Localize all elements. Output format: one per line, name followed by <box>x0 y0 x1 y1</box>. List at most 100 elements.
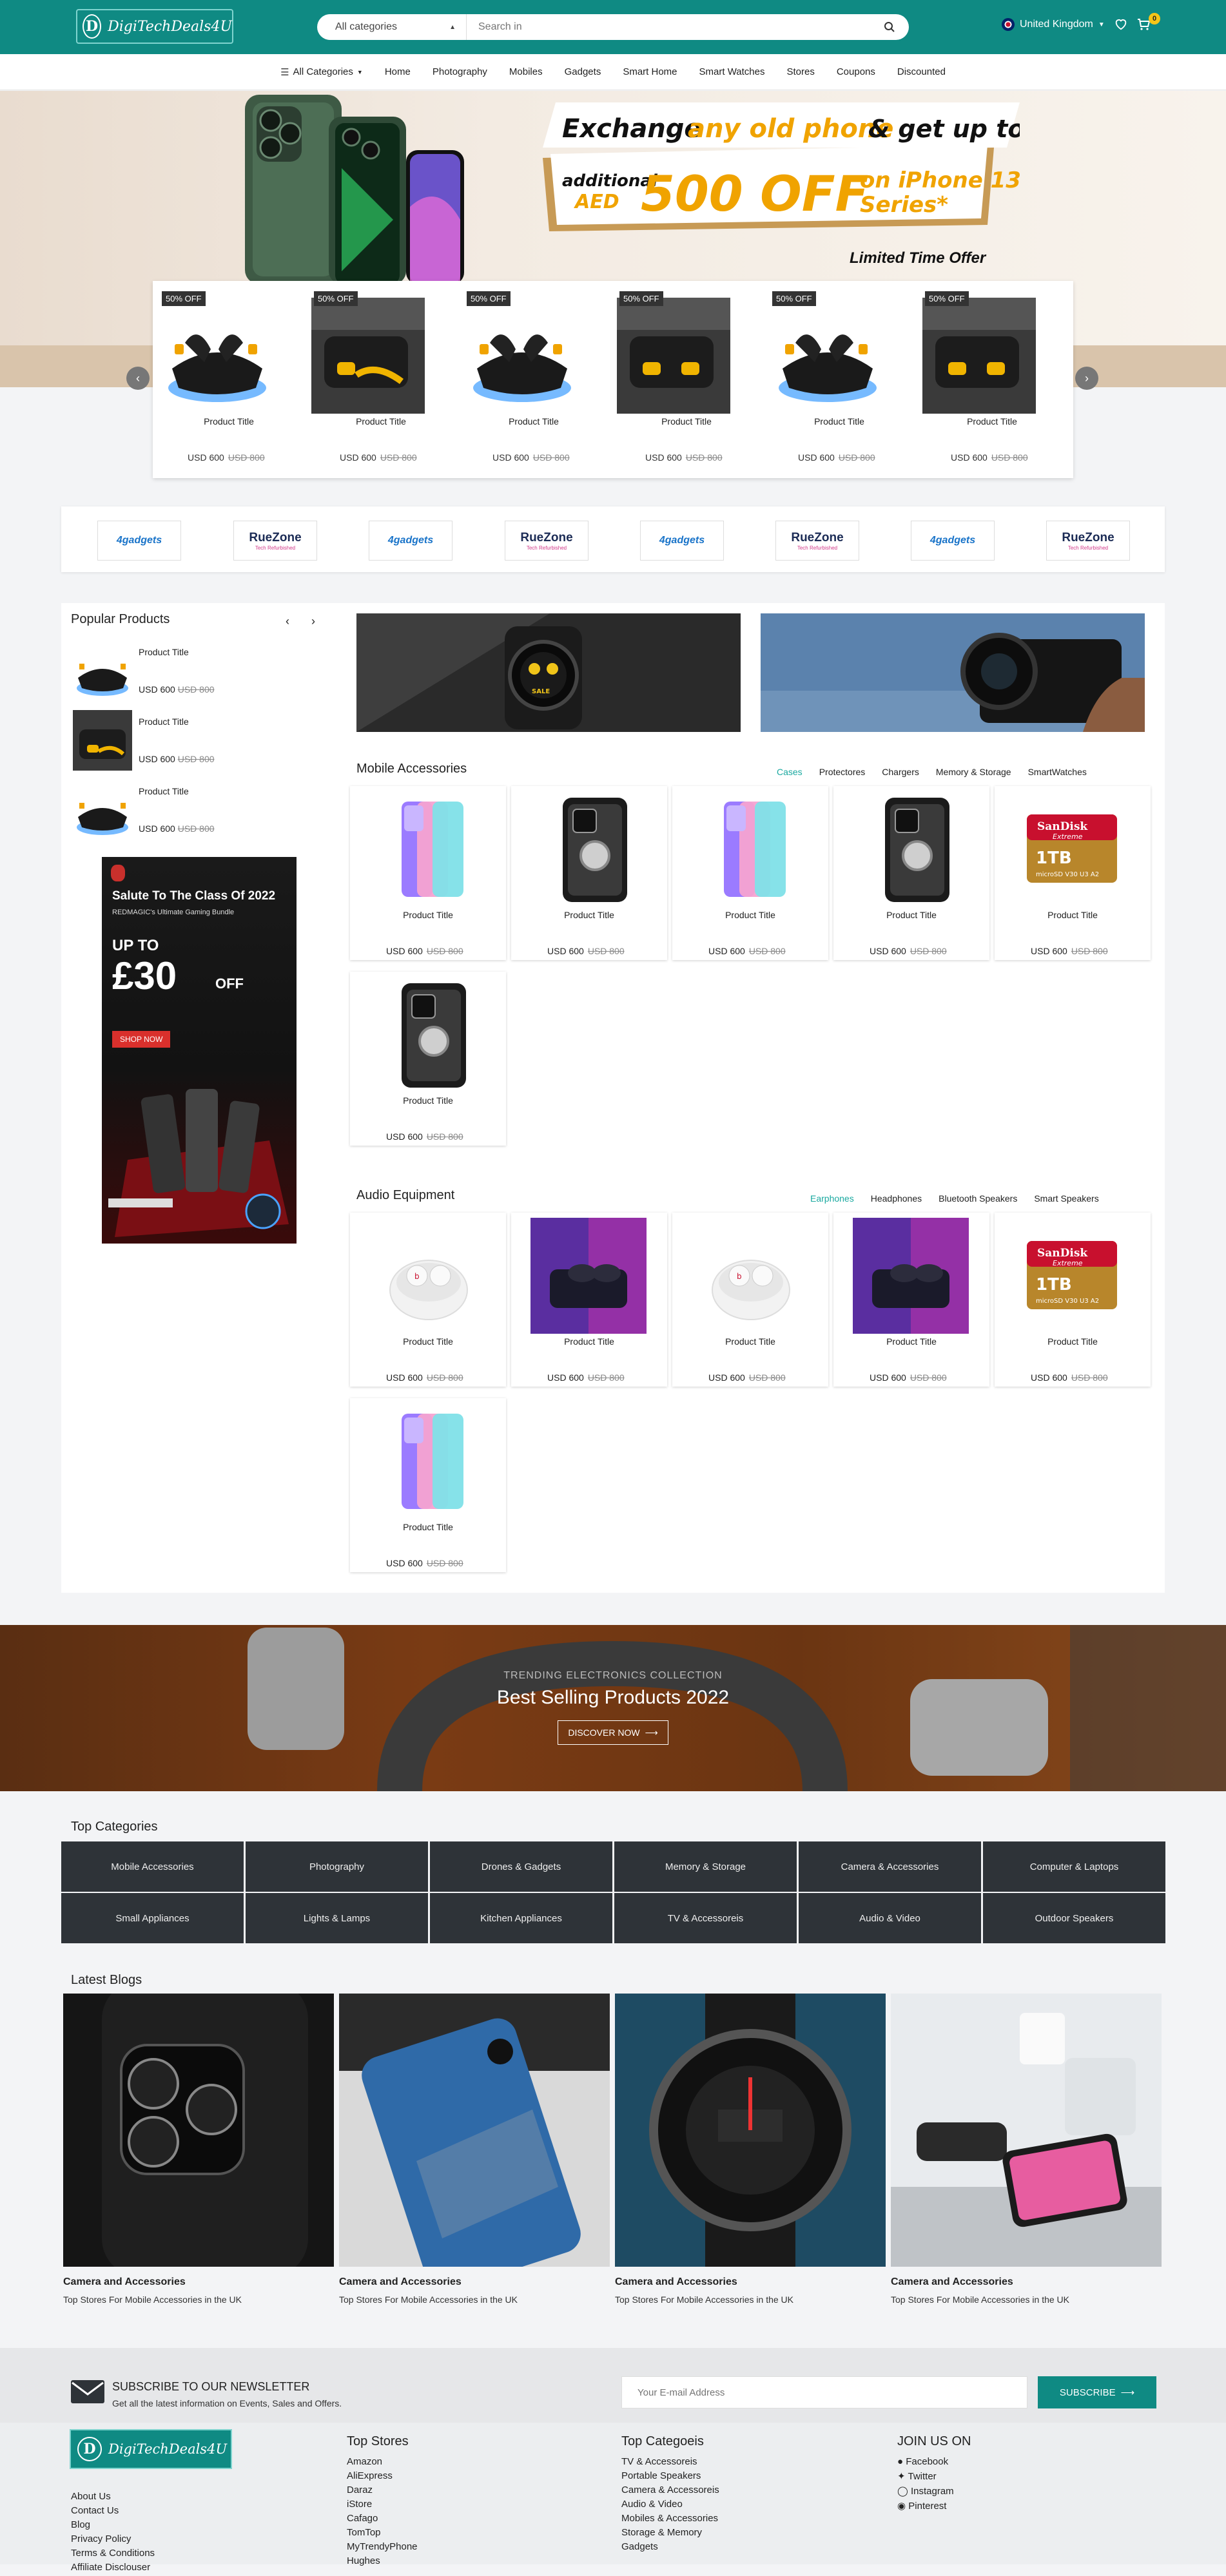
popular-next-button[interactable]: › <box>311 615 315 628</box>
blog-card[interactable]: Camera and Accessories Top Stores For Mo… <box>615 1994 886 2305</box>
twitter-link[interactable]: ✦ Twitter <box>897 2470 954 2482</box>
product-card[interactable]: Product Title USD 600 USD 800 <box>350 786 506 960</box>
heart-icon[interactable] <box>1114 17 1128 31</box>
footer-store-link[interactable]: MyTrendyPhone <box>347 2541 418 2552</box>
tab-protectores[interactable]: Protectores <box>819 767 866 777</box>
camera-banner[interactable] <box>761 613 1145 732</box>
footer-logo[interactable]: D DigiTechDeals4U <box>70 2429 232 2469</box>
blog-category[interactable]: Camera and Accessories <box>63 2276 334 2288</box>
carousel-prev-button[interactable]: ‹ <box>126 367 150 390</box>
product-title[interactable]: Product Title <box>153 416 305 427</box>
category-tile[interactable]: Drones & Gadgets <box>430 1841 612 1892</box>
blog-category[interactable]: Camera and Accessories <box>891 2276 1162 2288</box>
nav-gadgets[interactable]: Gadgets <box>565 66 601 77</box>
deal-card[interactable]: 50% OFF Product Title USD 600 USD 800 <box>305 281 457 478</box>
category-tile[interactable]: Kitchen Appliances <box>430 1893 612 1943</box>
product-card[interactable]: Product Title USD 600 USD 800 <box>833 1213 989 1387</box>
nav-home[interactable]: Home <box>385 66 411 77</box>
category-tile[interactable]: Photography <box>246 1841 428 1892</box>
deal-card[interactable]: 50% OFF Product Title USD 600 USD 800 <box>458 281 610 478</box>
blog-title[interactable]: Top Stores For Mobile Accessories in the… <box>339 2294 610 2305</box>
footer-link[interactable]: Contact Us <box>71 2505 155 2516</box>
site-logo[interactable]: D DigiTechDeals4U <box>76 9 233 44</box>
footer-category-link[interactable]: Storage & Memory <box>621 2527 719 2538</box>
country-selector[interactable]: United Kingdom ▼ <box>1002 18 1105 31</box>
category-tile[interactable]: Memory & Storage <box>614 1841 797 1892</box>
category-tile[interactable]: Camera & Accessories <box>799 1841 981 1892</box>
product-title[interactable]: Product Title <box>916 416 1068 427</box>
footer-category-link[interactable]: Portable Speakers <box>621 2470 719 2481</box>
instagram-link[interactable]: ◯ Instagram <box>897 2485 954 2497</box>
footer-link[interactable]: Affiliate Disclouser <box>71 2562 155 2573</box>
nav-smart-home[interactable]: Smart Home <box>623 66 677 77</box>
product-title[interactable]: Product Title <box>833 910 989 920</box>
product-card[interactable]: Product Title USD 600 USD 800 <box>833 786 989 960</box>
category-tile[interactable]: Small Appliances <box>61 1893 244 1943</box>
product-card[interactable]: Product Title USD 600 USD 800 <box>511 786 667 960</box>
nav-photography[interactable]: Photography <box>433 66 487 77</box>
footer-link[interactable]: Terms & Conditions <box>71 2548 155 2559</box>
popular-item-title[interactable]: Product Title <box>139 786 189 796</box>
popular-item-title[interactable]: Product Title <box>139 716 189 727</box>
brand-logo-4gadgets[interactable]: 4gadgets <box>97 521 181 561</box>
product-card[interactable]: Product Title USD 600 USD 800 <box>511 1213 667 1387</box>
product-title[interactable]: Product Title <box>350 1336 506 1347</box>
nav-mobiles[interactable]: Mobiles <box>509 66 543 77</box>
product-title[interactable]: Product Title <box>672 1336 828 1347</box>
footer-link[interactable]: Blog <box>71 2519 155 2530</box>
footer-store-link[interactable]: Daraz <box>347 2485 418 2495</box>
product-title[interactable]: Product Title <box>511 910 667 920</box>
footer-store-link[interactable]: TomTop <box>347 2527 418 2538</box>
product-title[interactable]: Product Title <box>350 1522 506 1532</box>
product-card[interactable]: b Product Title USD 600 USD 800 <box>672 1213 828 1387</box>
tab-smartwatches[interactable]: SmartWatches <box>1028 767 1087 777</box>
product-title[interactable]: Product Title <box>511 1336 667 1347</box>
promo-shop-now-button[interactable]: SHOP NOW <box>112 1031 171 1048</box>
search-button[interactable] <box>870 21 909 33</box>
product-title[interactable]: Product Title <box>672 910 828 920</box>
blog-card[interactable]: Camera and Accessories Top Stores For Mo… <box>339 1994 610 2305</box>
product-title[interactable]: Product Title <box>350 910 506 920</box>
blog-card[interactable]: Camera and Accessories Top Stores For Mo… <box>891 1994 1162 2305</box>
brand-logo-ruezone[interactable]: RueZone Tech Refurbished <box>775 521 859 561</box>
footer-category-link[interactable]: TV & Accessoreis <box>621 2456 719 2467</box>
footer-link[interactable]: Privacy Policy <box>71 2533 155 2544</box>
footer-store-link[interactable]: iStore <box>347 2499 418 2510</box>
nav-coupons[interactable]: Coupons <box>837 66 875 77</box>
popular-item[interactable] <box>73 640 132 704</box>
category-tile[interactable]: Outdoor Speakers <box>983 1893 1165 1943</box>
product-card[interactable]: b Product Title USD 600 USD 800 <box>350 1213 506 1387</box>
product-title[interactable]: Product Title <box>350 1095 506 1106</box>
redmagic-promo-banner[interactable]: Salute To The Class Of 2022 REDMAGIC's U… <box>102 857 297 1244</box>
product-card[interactable]: Product Title USD 600 USD 800 <box>350 972 506 1146</box>
footer-store-link[interactable]: Hughes <box>347 2555 418 2566</box>
blog-title[interactable]: Top Stores For Mobile Accessories in the… <box>63 2294 334 2305</box>
footer-category-link[interactable]: Audio & Video <box>621 2499 719 2510</box>
category-tile[interactable]: Mobile Accessories <box>61 1841 244 1892</box>
carousel-next-button[interactable]: › <box>1075 367 1098 390</box>
deal-card[interactable]: 50% OFF Product Title USD 600 USD 800 <box>610 281 763 478</box>
tab-bluetooth-speakers[interactable]: Bluetooth Speakers <box>939 1193 1017 1204</box>
product-title[interactable]: Product Title <box>995 1336 1151 1347</box>
product-card[interactable]: SanDisk Extreme 1TB microSD V30 U3 A2 Produc… <box>995 1213 1151 1387</box>
product-title[interactable]: Product Title <box>833 1336 989 1347</box>
blog-category[interactable]: Camera and Accessories <box>615 2276 886 2288</box>
discover-now-button[interactable]: DISCOVER NOW ⟶ <box>558 1720 668 1745</box>
tab-chargers[interactable]: Chargers <box>882 767 919 777</box>
popular-item[interactable] <box>73 780 132 843</box>
footer-category-link[interactable]: Camera & Accessoreis <box>621 2485 719 2495</box>
blog-title[interactable]: Top Stores For Mobile Accessories in the… <box>615 2294 886 2305</box>
tab-smart-speakers[interactable]: Smart Speakers <box>1034 1193 1098 1204</box>
product-title[interactable]: Product Title <box>763 416 915 427</box>
category-tile[interactable]: TV & Accessoreis <box>614 1893 797 1943</box>
brand-logo-4gadgets[interactable]: 4gadgets <box>911 521 995 561</box>
brand-logo-ruezone[interactable]: RueZone Tech Refurbished <box>233 521 317 561</box>
footer-store-link[interactable]: AliExpress <box>347 2470 418 2481</box>
nav-stores[interactable]: Stores <box>786 66 814 77</box>
product-title[interactable]: Product Title <box>458 416 610 427</box>
smartwatch-banner[interactable]: SALE <box>356 613 741 732</box>
brand-logo-4gadgets[interactable]: 4gadgets <box>369 521 452 561</box>
footer-category-link[interactable]: Mobiles & Accessories <box>621 2513 719 2524</box>
blog-card[interactable]: Camera and Accessories Top Stores For Mo… <box>63 1981 334 2305</box>
nav-all-categories[interactable]: ☰ All Categories ▼ <box>280 66 363 78</box>
